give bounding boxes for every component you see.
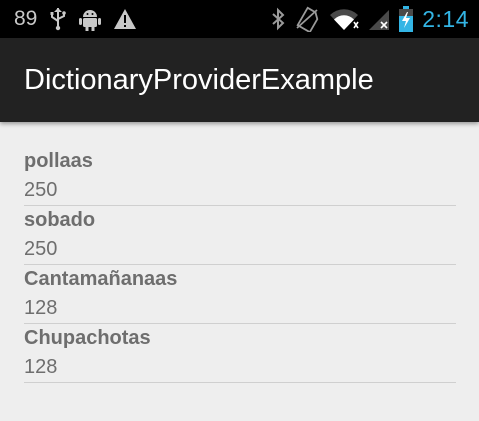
word-label: Cantamañanaas — [24, 268, 178, 290]
no-sim-icon — [294, 6, 320, 32]
word-label: pollaas — [24, 150, 93, 172]
battery-icon — [399, 6, 414, 32]
bluetooth-icon — [271, 7, 285, 31]
word-label: Chupachotas — [24, 327, 151, 349]
action-bar: DictionaryProviderExample — [0, 38, 479, 122]
warning-icon — [113, 8, 137, 30]
frequency-label: 250 — [24, 179, 58, 201]
status-bar-notifications: 89 — [14, 0, 137, 38]
list-item[interactable]: sobado 250 — [24, 206, 456, 265]
frequency-label: 128 — [24, 297, 58, 319]
list-item[interactable]: Chupachotas 128 — [24, 324, 456, 383]
app-title: DictionaryProviderExample — [24, 64, 374, 96]
signal-icon — [368, 7, 390, 31]
list-item[interactable]: Cantamañanaas 128 — [24, 265, 456, 324]
clock: 2:14 — [422, 6, 469, 32]
frequency-label: 128 — [24, 356, 58, 378]
word-list: pollaas 250 sobado 250 Cantamañanaas 128… — [24, 147, 456, 383]
usb-icon — [49, 7, 67, 31]
wifi-icon — [329, 7, 359, 31]
android-debug-icon — [79, 7, 102, 31]
word-label: sobado — [24, 209, 96, 231]
frequency-label: 250 — [24, 238, 58, 260]
status-bar: 89 2:14 — [0, 0, 479, 38]
status-bar-system: 2:14 — [271, 0, 469, 38]
notification-count: 89 — [14, 7, 38, 30]
list-item[interactable]: pollaas 250 — [24, 147, 456, 206]
